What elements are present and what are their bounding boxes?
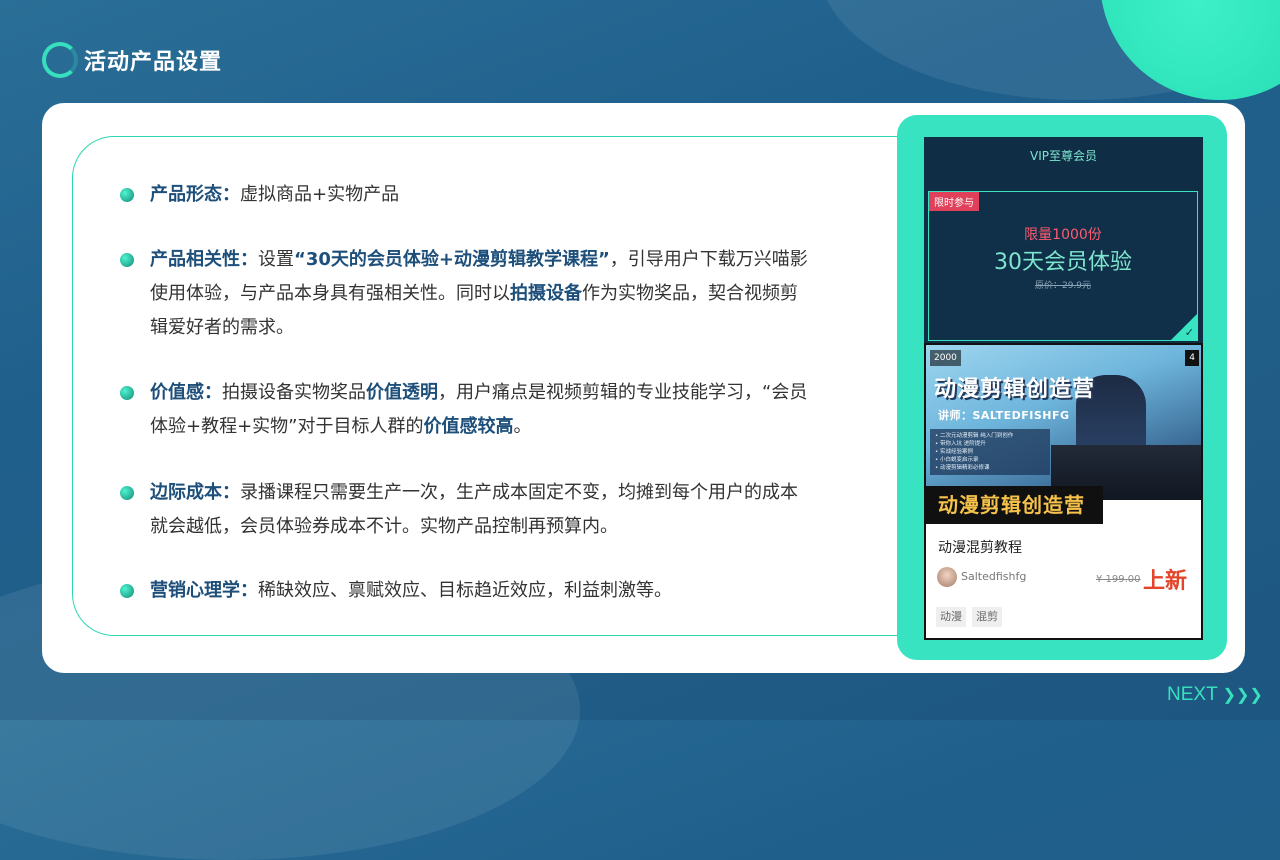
bullet-label: 边际成本： bbox=[150, 482, 240, 503]
author-avatar[interactable] bbox=[937, 567, 957, 587]
next-label: NEXT bbox=[1167, 684, 1218, 705]
course-name[interactable]: 动漫混剪教程 bbox=[938, 537, 1022, 557]
bullet-text: 录播课程只需要生产一次，生产成本固定不变，均摊到每个用户的成本就会越低，会员体验… bbox=[150, 482, 798, 537]
bullet-label: 产品相关性： bbox=[150, 249, 258, 270]
title-ring-icon bbox=[42, 42, 78, 78]
bullet-text: 拍摄设备实物奖品 bbox=[222, 382, 366, 403]
bullet-label: 营销心理学： bbox=[150, 580, 258, 601]
next-arrows-icon: ❯❯❯ bbox=[1222, 687, 1263, 704]
thumbnail-count: 4 bbox=[1185, 350, 1199, 366]
vip-days-label: 30天会员体验 bbox=[994, 250, 1132, 275]
limited-tag: 限时参与 bbox=[929, 192, 979, 211]
bullet-item: 产品形态：虚拟商品+实物产品 bbox=[120, 178, 810, 212]
check-icon: ✓ bbox=[1184, 326, 1194, 339]
thumbnail-teacher: 讲师：SALTEDFISHFG bbox=[938, 409, 1070, 422]
new-label: 上新 bbox=[1143, 569, 1188, 594]
author-name[interactable]: Saltedfishfg bbox=[961, 570, 1026, 583]
thumbnail-number: 2000 bbox=[930, 350, 961, 366]
course-tag[interactable]: 混剪 bbox=[972, 607, 1002, 627]
thumbnail-feature-list: • 二次元动漫剪辑 纯入门到创作 • 带你入坑 进阶提升 • 实战经验案例 • … bbox=[930, 429, 1050, 475]
bullet-item: 价值感：拍摄设备实物奖品价值透明，用户痛点是视频剪辑的专业技能学习，“会员体验+… bbox=[120, 376, 810, 444]
bullet-item: 边际成本：录播课程只需要生产一次，生产成本固定不变，均摊到每个用户的成本就会越低… bbox=[120, 476, 810, 544]
feature-item: • 实战经验案例 bbox=[935, 449, 973, 455]
feature-item: • 带你入坑 进阶提升 bbox=[935, 441, 986, 447]
course-card[interactable]: 2000 4 动漫剪辑创造营 讲师：SALTEDFISHFG • 二次元动漫剪辑… bbox=[924, 343, 1203, 640]
vip-title: VIP至尊会员 bbox=[924, 137, 1203, 175]
bullet-item: 营销心理学：稀缺效应、禀赋效应、目标趋近效应，利益刺激等。 bbox=[120, 574, 810, 608]
bullet-highlight: “30天的会员体验+动漫剪辑教学课程” bbox=[294, 249, 610, 270]
bullet-highlight: 拍摄设备 bbox=[510, 283, 582, 304]
bullet-text: 虚拟商品+实物产品 bbox=[240, 184, 400, 205]
old-price: ¥ 199.00 bbox=[1096, 574, 1141, 585]
bullet-dot-icon bbox=[120, 584, 134, 598]
course-tag[interactable]: 动漫 bbox=[936, 607, 966, 627]
course-banner: 动漫剪辑创造营 bbox=[924, 486, 1103, 524]
bullet-text: 。 bbox=[513, 416, 532, 437]
phone-screenshot: VIP至尊会员 限时参与 限量1000份 30天会员体验 原价：29.9元 ✓ … bbox=[924, 137, 1203, 640]
bullet-label: 产品形态： bbox=[150, 184, 240, 205]
bullet-item: 产品相关性：设置“30天的会员体验+动漫剪辑教学课程”，引导用户下载万兴喵影使用… bbox=[120, 243, 810, 345]
bullet-dot-icon bbox=[120, 253, 134, 267]
bullet-dot-icon bbox=[120, 188, 134, 202]
bullet-dot-icon bbox=[120, 386, 134, 400]
original-price: 原价：29.9元 bbox=[1034, 281, 1092, 291]
bullet-highlight: 价值透明 bbox=[366, 382, 438, 403]
bullet-text: 设置 bbox=[258, 249, 294, 270]
slide-title: 活动产品设置 bbox=[84, 50, 223, 75]
feature-item: • 动漫剪辑精彩必修课 bbox=[935, 465, 990, 471]
vip-offer: 限时参与 限量1000份 30天会员体验 原价：29.9元 ✓ bbox=[924, 175, 1203, 345]
vip-offer-card[interactable]: 限时参与 限量1000份 30天会员体验 原价：29.9元 ✓ bbox=[928, 191, 1198, 341]
bullet-dot-icon bbox=[120, 486, 134, 500]
next-button[interactable]: NEXT ❯❯❯ bbox=[1167, 684, 1263, 706]
course-thumbnail: 2000 4 动漫剪辑创造营 讲师：SALTEDFISHFG • 二次元动漫剪辑… bbox=[926, 345, 1201, 500]
bullet-label: 价值感： bbox=[150, 382, 222, 403]
limit-quantity: 限量1000份 bbox=[1024, 227, 1102, 243]
bullet-highlight: 价值感较高 bbox=[423, 416, 514, 437]
feature-item: • 二次元动漫剪辑 纯入门到创作 bbox=[935, 433, 1014, 439]
bullet-text: 稀缺效应、禀赋效应、目标趋近效应，利益刺激等。 bbox=[258, 580, 672, 601]
thumbnail-title: 动漫剪辑创造营 bbox=[934, 377, 1096, 402]
feature-item: • 小白蜕变启示录 bbox=[935, 457, 979, 463]
